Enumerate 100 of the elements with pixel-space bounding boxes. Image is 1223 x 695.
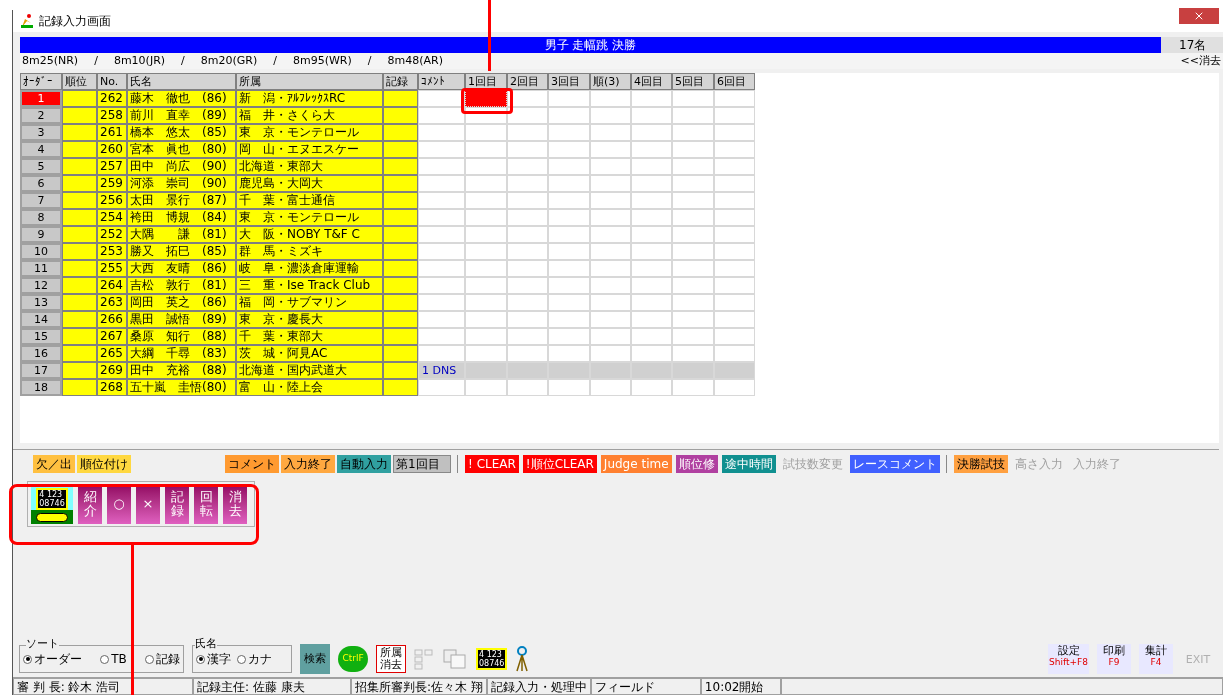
toolbar-button[interactable]: 決勝試技 xyxy=(953,455,1008,473)
table-cell xyxy=(714,277,755,294)
order-cell[interactable]: 18 xyxy=(20,379,62,396)
callout-line xyxy=(488,0,491,71)
order-cell[interactable]: 1 xyxy=(20,90,62,107)
table-cell xyxy=(590,294,631,311)
table-cell xyxy=(507,260,548,277)
radio-button[interactable] xyxy=(23,654,32,664)
table-cell xyxy=(548,107,590,124)
radio-label: TB xyxy=(111,651,127,668)
scoreboard-icon[interactable]: 4 123 08746 xyxy=(31,484,73,524)
table-cell xyxy=(714,158,755,175)
round-field[interactable]: 第1回目 xyxy=(393,455,451,473)
table-cell: 千 葉・富士通信 xyxy=(236,192,383,209)
table-cell xyxy=(631,345,672,362)
toolbar-button[interactable]: 自動入力 xyxy=(337,455,391,473)
clear-link[interactable]: <<消去 xyxy=(1180,52,1221,70)
tool-button[interactable]: 印刷 F9 xyxy=(1097,644,1131,674)
table-cell: 263 xyxy=(97,294,127,311)
radio-label: 漢字 xyxy=(207,651,231,668)
table-cell xyxy=(590,379,631,396)
order-cell[interactable]: 15 xyxy=(20,328,62,345)
table-cell: 河添 崇司 (90) xyxy=(127,175,236,192)
callout-frame xyxy=(461,88,513,114)
radio-label: 記録 xyxy=(156,651,180,668)
toolbar-button[interactable]: 入力終了 xyxy=(281,455,335,473)
order-cell[interactable]: 3 xyxy=(20,124,62,141)
toolbar-button[interactable]: 途中時間 xyxy=(721,455,776,473)
table-cell xyxy=(507,90,548,107)
scoreboard-icon[interactable]: 4 123 08746 xyxy=(476,648,508,670)
order-cell[interactable]: 5 xyxy=(20,158,62,175)
search-button[interactable]: 検索 xyxy=(300,644,330,674)
table-cell xyxy=(631,209,672,226)
table-cell xyxy=(714,141,755,158)
order-cell[interactable]: 7 xyxy=(20,192,62,209)
table-cell: 259 xyxy=(97,175,127,192)
table-cell xyxy=(383,345,418,362)
table-cell xyxy=(590,243,631,260)
table-cell xyxy=(590,260,631,277)
column-header: 5回目 xyxy=(672,73,714,90)
table-cell xyxy=(631,175,672,192)
tool-button[interactable]: 設定 Shift+F8 xyxy=(1048,644,1089,674)
order-cell[interactable]: 6 xyxy=(20,175,62,192)
toolbar-button[interactable]: !順位CLEAR xyxy=(522,455,597,473)
copy-icon xyxy=(442,648,468,670)
action-button[interactable]: 回転 xyxy=(194,484,218,524)
action-button[interactable]: 記録 xyxy=(165,484,189,524)
toolbar-button[interactable]: レースコメント xyxy=(849,455,940,473)
radio-button[interactable] xyxy=(100,654,110,664)
record-text: 8m20(GR) xyxy=(200,52,258,69)
table-cell xyxy=(590,107,631,124)
table-cell xyxy=(507,192,548,209)
toolbar-button[interactable]: コメント xyxy=(225,455,279,473)
runner-icon xyxy=(19,13,35,29)
table-cell xyxy=(631,362,672,379)
status-field: 招集所審判長:佐々木 翔 xyxy=(351,678,487,695)
clear-affiliation-button[interactable]: 所属消去 xyxy=(376,645,406,673)
table-cell xyxy=(672,209,714,226)
table-cell xyxy=(507,379,548,396)
order-cell[interactable]: 9 xyxy=(20,226,62,243)
order-cell[interactable]: 13 xyxy=(20,294,62,311)
table-cell xyxy=(383,175,418,192)
order-cell[interactable]: 10 xyxy=(20,243,62,260)
column-header: 2回目 xyxy=(507,73,548,90)
record-text: 8m48(AR) xyxy=(387,52,443,69)
order-cell[interactable]: 14 xyxy=(20,311,62,328)
toolbar-button[interactable]: 欠／出 xyxy=(33,455,75,473)
toolbar-button[interactable]: ! CLEAR xyxy=(465,455,519,473)
table-cell xyxy=(631,277,672,294)
order-cell[interactable]: 2 xyxy=(20,107,62,124)
table-cell xyxy=(383,328,418,345)
table-cell xyxy=(548,345,590,362)
radio-button[interactable] xyxy=(145,654,154,664)
tool-button[interactable]: 集計 F4 xyxy=(1139,644,1173,674)
action-button[interactable]: ○ xyxy=(107,484,131,524)
action-button[interactable]: × xyxy=(136,484,160,524)
action-button[interactable]: 紹介 xyxy=(78,484,102,524)
table-cell xyxy=(548,192,590,209)
order-cell[interactable]: 16 xyxy=(20,345,62,362)
table-cell xyxy=(590,328,631,345)
order-cell[interactable]: 17 xyxy=(20,362,62,379)
toolbar-button[interactable]: 順位修 xyxy=(675,455,718,473)
order-cell[interactable]: 4 xyxy=(20,141,62,158)
table-cell xyxy=(631,141,672,158)
table-cell: 268 xyxy=(97,379,127,396)
table-cell xyxy=(383,124,418,141)
window-title: 記録入力画面 xyxy=(39,13,111,30)
radio-button[interactable] xyxy=(196,654,205,664)
order-cell[interactable]: 8 xyxy=(20,209,62,226)
order-cell[interactable]: 12 xyxy=(20,277,62,294)
list-icon xyxy=(414,648,434,670)
table-cell xyxy=(383,209,418,226)
radio-button[interactable] xyxy=(237,654,246,664)
table-cell xyxy=(383,192,418,209)
table-cell: 東 京・モンテロール xyxy=(236,124,383,141)
table-cell xyxy=(672,141,714,158)
table-cell xyxy=(465,226,507,243)
order-cell[interactable]: 11 xyxy=(20,260,62,277)
action-button[interactable]: 消去 xyxy=(223,484,247,524)
toolbar-button[interactable]: 順位付け xyxy=(77,455,131,473)
